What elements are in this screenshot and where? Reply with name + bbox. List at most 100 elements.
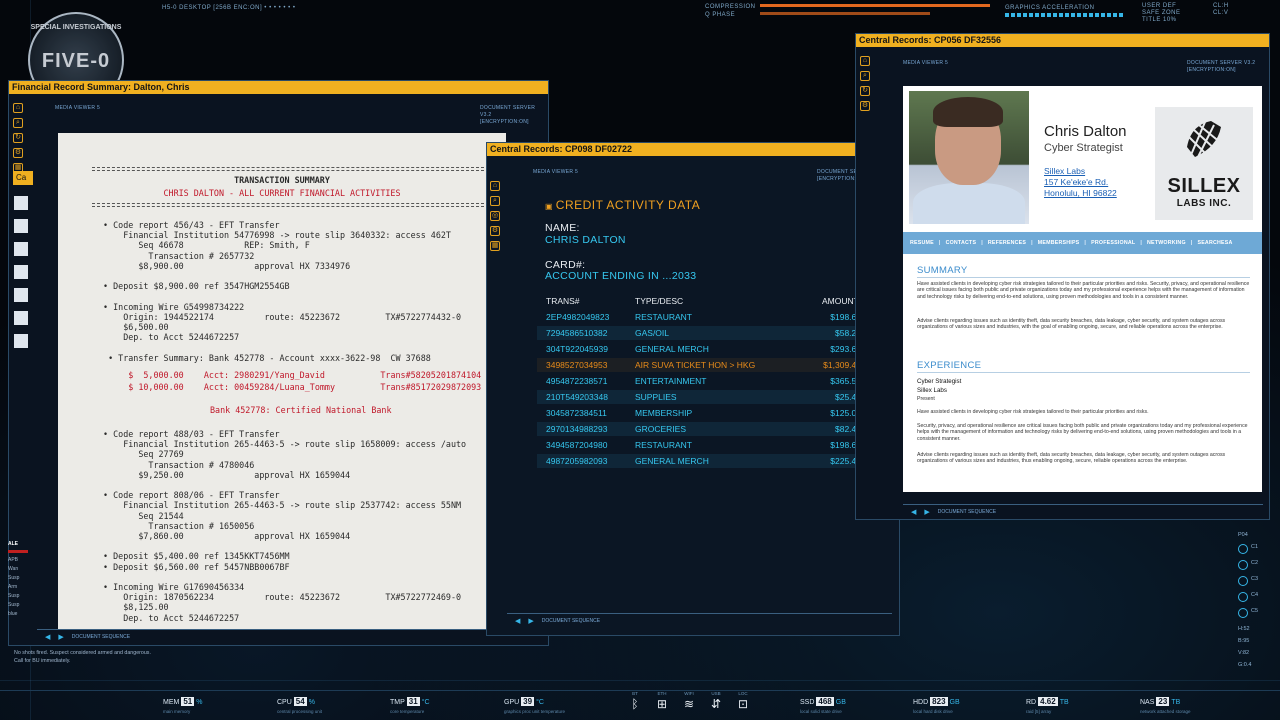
summary-paragraph: Advise clients regarding issues such as … — [917, 318, 1226, 331]
divider — [92, 203, 484, 204]
side-tab[interactable]: Ca — [13, 171, 33, 185]
profile-nav-item[interactable]: SEARCHESA — [1197, 240, 1232, 246]
file-icon[interactable] — [14, 219, 28, 233]
table-row[interactable]: 4987205982093 GENERAL MERCH $225.45 — [537, 454, 865, 468]
profile-nav-item[interactable]: RESUME — [910, 240, 934, 246]
next-arrow-icon[interactable]: ▶ — [58, 633, 63, 641]
cell-trans: 2970134988293 — [546, 424, 608, 434]
profile-nav-item[interactable]: CONTACTS — [946, 240, 977, 246]
home-tool-icon[interactable]: ⌂ — [860, 56, 870, 66]
company-link[interactable]: Sillex Labs — [1044, 166, 1085, 176]
cell-trans: 4987205982093 — [546, 456, 608, 466]
table-row[interactable]: 2970134988293 GROCERIES $82.45 — [537, 422, 865, 436]
next-arrow-icon[interactable]: ▶ — [528, 617, 533, 625]
zoom-tool-icon[interactable]: ◎ — [490, 211, 500, 221]
stat-sub: local hard disk drive — [913, 709, 953, 714]
usb-icon[interactable]: ⇵ — [707, 697, 725, 711]
experience-company: Sillex Labs — [917, 387, 947, 394]
search-tool-icon[interactable]: ⌕ — [490, 196, 500, 206]
file-icon[interactable] — [14, 288, 28, 302]
prev-arrow-icon[interactable]: ◀ — [515, 617, 520, 625]
media-viewer-label: MEDIA VIEWER 5 — [55, 105, 101, 111]
table-row[interactable]: 7294586510382 GAS/OIL $58.21 — [537, 326, 865, 340]
ethernet-icon[interactable]: ⊞ — [653, 697, 671, 711]
window-title[interactable]: Financial Record Summary: Dalton, Chris — [9, 81, 548, 94]
stat-unit: GB — [835, 699, 846, 706]
stat-unit: TB — [1171, 699, 1181, 706]
experience-paragraph: Advise clients regarding issues such as … — [917, 452, 1226, 465]
alert-note: No shots fired. Suspect considered armed… — [14, 650, 151, 664]
graphics-label: GRAPHICS ACCELERATION — [1005, 5, 1095, 11]
file-icon[interactable] — [14, 265, 28, 279]
street-link[interactable]: 157 Ke'eke'e Rd. — [1044, 177, 1108, 187]
home-tool-icon[interactable]: ⌂ — [13, 103, 23, 113]
network-icon[interactable]: ⊡ — [734, 697, 752, 711]
cell-trans: 4954872238571 — [546, 376, 608, 386]
file-icon[interactable] — [14, 334, 28, 348]
alert-line: Wan — [8, 566, 19, 572]
window-title[interactable]: Central Records: CP056 DF32556 — [856, 34, 1269, 47]
stat-unit: % — [196, 699, 203, 706]
footer-label: DOCUMENT SEQUENCE — [541, 617, 601, 624]
profile-nav-item[interactable]: REFERENCES — [988, 240, 1026, 246]
next-arrow-icon[interactable]: ▶ — [924, 508, 929, 516]
alert-line: Susp — [8, 602, 20, 608]
window-title[interactable]: Central Records: CP098 DF02722 — [487, 143, 899, 156]
search-tool-icon[interactable]: ⌕ — [13, 118, 23, 128]
sillex-logo: SILLEX LABS INC. — [1155, 107, 1253, 220]
summary-paragraph: Have assisted clients in developing cybe… — [917, 281, 1250, 300]
table-row[interactable]: 3045872384511 MEMBERSHIP $125.00 — [537, 406, 865, 420]
settings-tool-icon[interactable]: ⚙ — [490, 226, 500, 236]
stat-mem: MEM 51% main memory — [163, 697, 203, 714]
file-icon[interactable] — [14, 242, 28, 256]
profile-nav-item[interactable]: NETWORKING — [1147, 240, 1186, 246]
home-tool-icon[interactable]: ⌂ — [490, 181, 500, 191]
c3-icon[interactable] — [1238, 576, 1248, 586]
c5-icon[interactable] — [1238, 608, 1248, 618]
grid-tool-icon[interactable]: ▦ — [490, 241, 500, 251]
table-row[interactable]: 3498527034953 AIR SUVA TICKET HON > HKG $1… — [537, 358, 865, 372]
alert-line: APB — [8, 557, 19, 563]
profile-nav-item[interactable]: MEMBERSHIPS — [1038, 240, 1080, 246]
table-row[interactable]: 3494587204980 RESTAURANT $198.61 — [537, 438, 865, 452]
doc-line: Origin: 1944522174 route: 45223672 TX#57… — [98, 311, 462, 322]
stat-sub: local solid state drive — [800, 709, 842, 714]
cell-trans: 3498527034953 — [546, 360, 608, 370]
city-link[interactable]: Honolulu, HI 96822 — [1044, 188, 1117, 198]
c4-icon[interactable] — [1238, 592, 1248, 602]
file-icon[interactable] — [14, 311, 28, 325]
summary-heading: SUMMARY — [917, 265, 968, 276]
cell-type: MEMBERSHIP — [635, 408, 693, 418]
nav-separator: | — [981, 240, 983, 246]
stat-sub: core temperature — [390, 709, 425, 714]
stat-label: CPU — [277, 699, 292, 706]
doc-line: Seq 46678 REP: Smith, F — [98, 240, 310, 251]
table-row[interactable]: 2EP4982049823 RESTAURANT $198.65 — [537, 310, 865, 324]
profile-nav-item[interactable]: PROFESSIONAL — [1091, 240, 1135, 246]
prev-arrow-icon[interactable]: ◀ — [911, 508, 916, 516]
doc-line: Financial Institution 265-4463-5 -> rout… — [98, 500, 462, 511]
c1-icon[interactable] — [1238, 544, 1248, 554]
window-footer: ◀ ▶ DOCUMENT SEQUENCE — [37, 629, 507, 643]
refresh-tool-icon[interactable]: ↻ — [860, 86, 870, 96]
stat-value: 823 — [930, 697, 948, 706]
bluetooth-icon[interactable]: ᛒ — [626, 697, 644, 711]
credit-activity-window[interactable]: Central Records: CP098 DF02722 MEDIA VIE… — [486, 142, 900, 636]
settings-tool-icon[interactable]: ⚙ — [860, 101, 870, 111]
alert-panel: ALE APB Wan Susp Arm Susp Susp blue — [8, 540, 62, 619]
table-row[interactable]: 4954872238571 ENTERTAINMENT $365.50 — [537, 374, 865, 388]
stat-value: 23 — [1156, 697, 1170, 706]
stat-sub: central processing unit — [277, 709, 323, 714]
prev-arrow-icon[interactable]: ◀ — [45, 633, 50, 641]
wifi-icon[interactable]: ≋ — [680, 697, 698, 711]
alert-line: blue — [8, 611, 18, 617]
file-icon[interactable] — [14, 196, 28, 210]
refresh-tool-icon[interactable]: ↻ — [13, 133, 23, 143]
settings-tool-icon[interactable]: ⚙ — [13, 148, 23, 158]
c2-icon[interactable] — [1238, 560, 1248, 570]
file-thumbnails — [14, 196, 28, 416]
search-tool-icon[interactable]: ⌕ — [860, 71, 870, 81]
table-row[interactable]: 304T922045939 GENERAL MERCH $293.64 — [537, 342, 865, 356]
cell-type: GENERAL MERCH — [635, 456, 709, 466]
table-row[interactable]: 210T549203348 SUPPLIES $25.49 — [537, 390, 865, 404]
